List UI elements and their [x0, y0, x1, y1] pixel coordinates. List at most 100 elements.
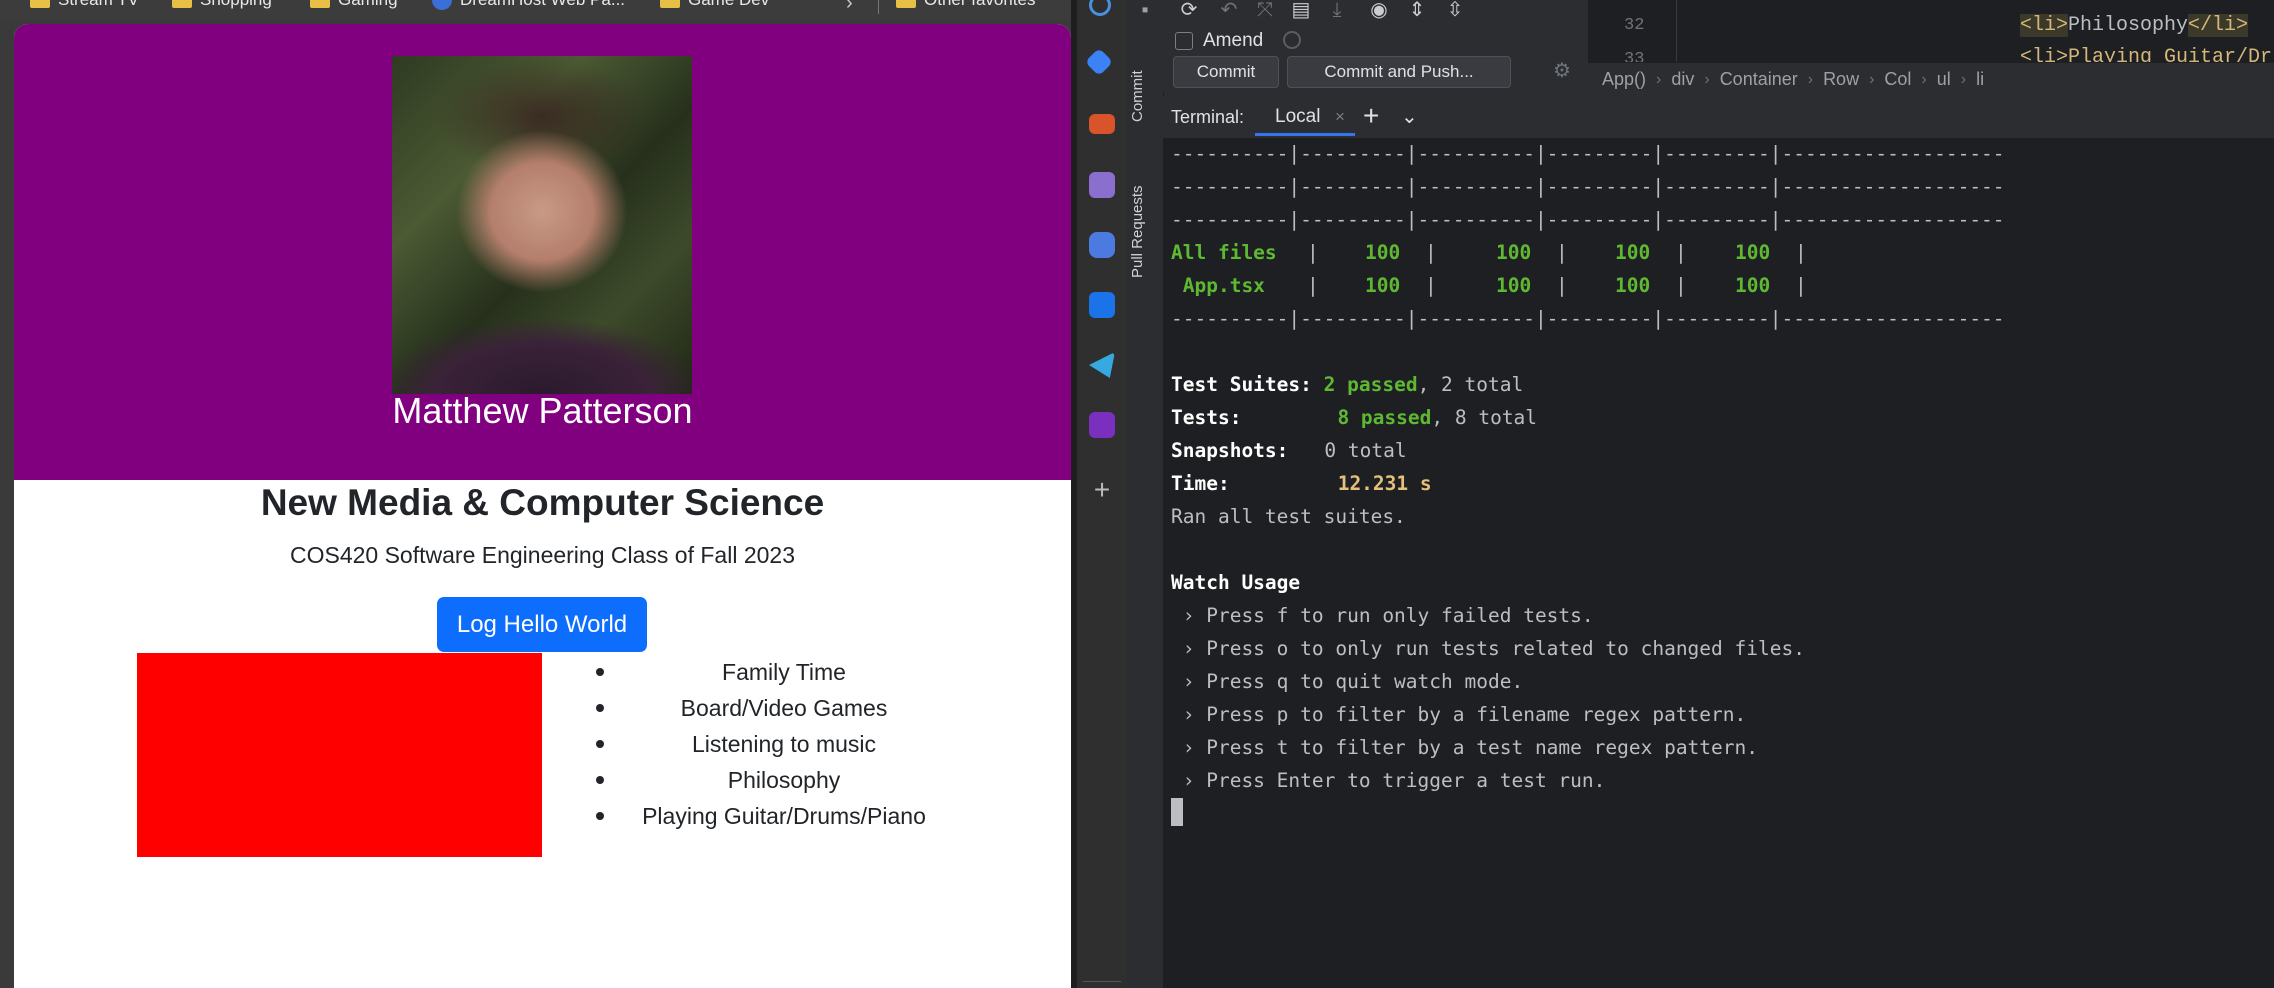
bookmark-label: Game Dev — [688, 0, 769, 10]
expand-all-icon[interactable]: ⇕ — [1407, 0, 1427, 20]
table-separator: ----------|---------|----------|--------… — [1171, 142, 2005, 165]
snapshots-line: Snapshots: 0 total — [1171, 439, 1407, 462]
copilot-icon[interactable] — [1089, 232, 1115, 258]
tab-local[interactable]: Local × — [1255, 102, 1355, 136]
ran-all-line: Ran all test suites. — [1171, 505, 1406, 528]
folder-icon — [660, 0, 680, 8]
terminal-header: Terminal: Local × + ⌄ — [1163, 96, 2274, 139]
label: Time: — [1171, 472, 1230, 495]
bookmark-label: Other favorites — [924, 0, 1036, 10]
coverage-row: All files | 100 | 100 | 100 | 100 | — [1171, 241, 1807, 264]
breadcrumb-item[interactable]: div — [1671, 69, 1694, 90]
breadcrumb-item[interactable]: ul — [1937, 69, 1951, 90]
search-icon[interactable] — [1089, 0, 1111, 16]
chess-icon[interactable] — [1089, 172, 1115, 198]
hero-banner: Matthew Patterson — [14, 24, 1071, 480]
breadcrumb-item[interactable]: App() — [1602, 69, 1646, 90]
folder-icon — [896, 0, 916, 8]
tab-commit[interactable]: Commit — [1129, 70, 1146, 122]
row-value: 100 — [1496, 241, 1532, 264]
commit-button[interactable]: Commit — [1173, 56, 1279, 88]
breadcrumb-item[interactable]: li — [1976, 69, 1984, 90]
collapse-all-icon[interactable]: ⇳ — [1445, 0, 1465, 20]
watch-usage-heading: Watch Usage — [1171, 571, 1301, 594]
time-value: 12.231 s — [1337, 472, 1432, 495]
row-value: 100 — [1496, 274, 1532, 297]
folder-icon[interactable]: ▪ — [1135, 0, 1155, 20]
row-file: App.tsx — [1171, 274, 1265, 297]
app-launcher-strip: + — [1077, 0, 1127, 988]
chevron-down-icon[interactable]: ⌄ — [1401, 104, 1418, 129]
gear-icon[interactable]: ⚙ — [1553, 58, 1571, 83]
commit-and-push-button[interactable]: Commit and Push... — [1287, 56, 1511, 88]
close-icon[interactable]: × — [1335, 102, 1345, 132]
onenote-icon[interactable] — [1089, 412, 1115, 438]
bookmark-label: DreamHost Web Pa... — [460, 0, 625, 10]
folder-icon — [172, 0, 192, 8]
row-value: 100 — [1365, 274, 1401, 297]
profile-name: Matthew Patterson — [392, 390, 693, 431]
briefcase-icon[interactable] — [1089, 114, 1115, 134]
page-heading: New Media & Computer Science — [260, 482, 825, 523]
table-separator: ----------|---------|----------|--------… — [1171, 208, 2005, 231]
strip-divider — [1083, 981, 1121, 982]
download-icon[interactable]: ⤓ — [1327, 0, 1347, 20]
tab-pull-requests[interactable]: Pull Requests — [1129, 185, 1146, 278]
passed-count: 2 passed — [1323, 373, 1418, 396]
breadcrumb-item[interactable]: Col — [1884, 69, 1911, 90]
clock-icon[interactable] — [1283, 31, 1301, 49]
time-line: Time: 12.231 s — [1171, 472, 1432, 495]
bookmark-shopping[interactable]: Shopping — [172, 0, 272, 12]
log-hello-world-button[interactable]: Log Hello World — [437, 597, 647, 652]
commit-panel: ⟳ ↶ ⤧ ▤ ⤓ ◉ ⇕ ⇳ Amend Commit Commit and … — [1163, 0, 1583, 92]
eye-icon[interactable]: ◉ — [1369, 0, 1389, 20]
bookmarks-bar: Stream TV Shopping Gaming DreamHost Web … — [0, 0, 1071, 20]
label: Snapshots: — [1171, 439, 1289, 462]
coverage-row: App.tsx | 100 | 100 | 100 | 100 | — [1171, 274, 1807, 297]
bookmark-stream-tv[interactable]: Stream TV — [30, 0, 139, 12]
breadcrumb-item[interactable]: Row — [1823, 69, 1859, 90]
undo-icon[interactable]: ↶ — [1219, 0, 1239, 20]
chevron-right-icon: › — [1807, 70, 1814, 88]
watch-item: › Press p to filter by a filename regex … — [1171, 703, 1747, 726]
breadcrumb: App() › div › Container › Row › Col › ul › li — [1588, 62, 2274, 96]
send-icon[interactable] — [1089, 352, 1115, 378]
terminal-cursor — [1171, 798, 1183, 826]
add-tab-icon[interactable]: + — [1363, 100, 1379, 132]
page-subtitle: COS420 Software Engineering Class of Fal… — [289, 542, 795, 568]
tag-icon[interactable] — [1084, 47, 1114, 77]
pin-icon[interactable]: ⤧ — [1255, 0, 1275, 20]
add-icon[interactable]: + — [1089, 474, 1115, 506]
breadcrumb-item[interactable]: Container — [1720, 69, 1798, 90]
chevron-right-icon: › — [1656, 70, 1662, 88]
list-item: Philosophy — [584, 762, 984, 798]
bookmark-label: Stream TV — [58, 0, 139, 10]
folder-icon — [310, 0, 330, 8]
list-item: Board/Video Games — [584, 690, 984, 726]
terminal-output[interactable]: ----------|---------|----------|--------… — [1163, 138, 2274, 988]
ide-side-tool-tabs: ▪ Commit Pull Requests — [1127, 0, 1164, 988]
code-tag-close: </li> — [2188, 14, 2249, 37]
row-value: 100 — [1365, 241, 1401, 264]
refresh-icon[interactable]: ⟳ — [1179, 0, 1199, 20]
watch-item: › Press t to filter by a test name regex… — [1171, 736, 1758, 759]
watch-item: › Press f to run only failed tests. — [1171, 604, 1594, 627]
table-separator: ----------|---------|----------|--------… — [1171, 175, 2005, 198]
snapshots-value: 0 total — [1324, 439, 1407, 462]
bookmark-separator — [878, 0, 879, 14]
table-separator: ----------|---------|----------|--------… — [1171, 307, 2005, 330]
bookmark-gaming[interactable]: Gaming — [310, 0, 398, 12]
outlook-icon[interactable] — [1089, 292, 1115, 318]
web-page: Matthew Patterson New Media & Computer S… — [14, 24, 1071, 988]
watch-item: › Press q to quit watch mode. — [1171, 670, 1524, 693]
chevron-right-icon[interactable]: › — [846, 0, 853, 15]
bookmark-other-favorites[interactable]: Other favorites — [896, 0, 1036, 12]
amend-checkbox[interactable] — [1175, 32, 1193, 50]
bookmark-dreamhost[interactable]: DreamHost Web Pa... — [432, 0, 625, 12]
red-box — [137, 653, 542, 857]
code-editor[interactable]: 32 33 <li>Philosophy</li> <li>Playing Gu… — [1588, 0, 2274, 69]
bookmark-game-dev[interactable]: Game Dev — [660, 0, 769, 12]
bookmark-label: Shopping — [200, 0, 272, 10]
row-file: All files — [1171, 241, 1277, 264]
diff-icon[interactable]: ▤ — [1291, 0, 1311, 20]
